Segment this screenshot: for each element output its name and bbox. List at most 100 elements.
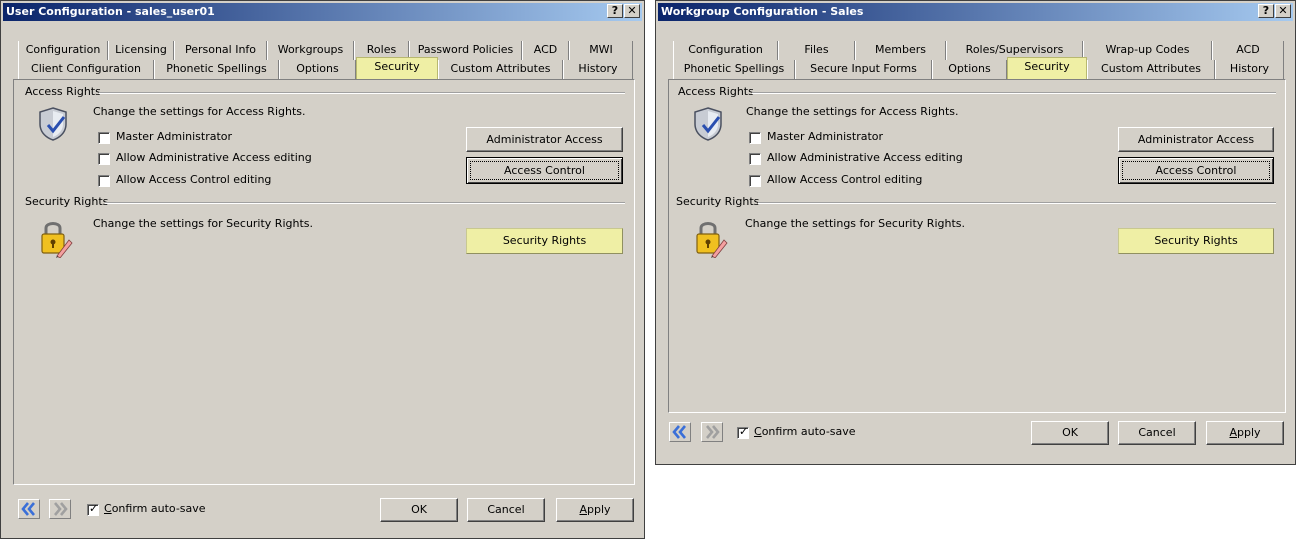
tab-security[interactable]: Security [1007, 57, 1087, 79]
tab-options[interactable]: Options [279, 60, 356, 79]
tab-members[interactable]: Members [855, 41, 946, 60]
help-icon: ? [611, 4, 619, 17]
double-chevron-left-icon [21, 502, 35, 516]
allow-admin-access-editing-label: Allow Administrative Access editing [116, 151, 312, 164]
tab-phonetic-spellings[interactable]: Phonetic Spellings [154, 60, 279, 79]
administrator-access-button[interactable]: Administrator Access [466, 127, 623, 152]
shield-check-icon [39, 107, 67, 141]
allow-access-control-editing-checkbox[interactable] [98, 175, 110, 187]
back-button[interactable] [669, 422, 691, 442]
tab-personal-info[interactable]: Personal Info [174, 41, 267, 60]
padlock-pencil-icon [696, 222, 728, 258]
help-button[interactable]: ? [607, 4, 623, 18]
tab-security[interactable]: Security [356, 57, 438, 79]
shield-check-icon [694, 107, 722, 141]
tab-history[interactable]: History [563, 60, 633, 79]
tab-configuration[interactable]: Configuration [18, 41, 108, 60]
padlock-pencil-icon [41, 222, 73, 258]
tab-options[interactable]: Options [932, 60, 1007, 79]
access-rights-description: Change the settings for Access Rights. [746, 105, 959, 118]
security-rights-header: Security Rights [676, 195, 760, 208]
tab-licensing[interactable]: Licensing [108, 41, 174, 60]
help-button[interactable]: ? [1258, 4, 1274, 18]
label-rest: onfirm auto-save [761, 425, 856, 438]
button-label: Security Rights [502, 234, 587, 247]
tab-history[interactable]: History [1215, 60, 1284, 79]
forward-button[interactable] [701, 422, 723, 442]
access-rights-header: Access Rights [25, 85, 101, 98]
title-bar[interactable]: Workgroup Configuration - Sales [658, 3, 1293, 21]
button-label: Security Rights [1154, 234, 1238, 247]
button-label: Apply [557, 499, 633, 521]
label-rest: pply [1237, 426, 1261, 439]
focus-rect [1122, 161, 1270, 180]
workgroup-configuration-window: Workgroup Configuration - Sales ? ✕ Conf… [655, 0, 1296, 465]
accelerator-key: C [104, 502, 112, 515]
tab-custom-attributes[interactable]: Custom Attributes [1087, 60, 1215, 79]
close-button[interactable]: ✕ [1275, 4, 1291, 18]
divider [752, 92, 1276, 94]
button-label: OK [411, 503, 427, 516]
confirm-auto-save-checkbox[interactable] [737, 425, 749, 439]
allow-admin-access-editing-checkbox[interactable] [749, 153, 761, 165]
help-icon: ? [1262, 4, 1270, 17]
confirm-auto-save-checkbox[interactable] [87, 502, 99, 516]
double-chevron-right-icon [706, 425, 720, 439]
security-rights-description: Change the settings for Security Rights. [93, 217, 314, 230]
allow-admin-access-editing-label: Allow Administrative Access editing [767, 151, 963, 164]
access-rights-header: Access Rights [678, 85, 754, 98]
tab-acd[interactable]: ACD [1212, 41, 1284, 60]
master-administrator-checkbox[interactable] [749, 132, 761, 144]
close-icon: ✕ [627, 4, 637, 17]
confirm-auto-save-label: Confirm auto-save [104, 502, 206, 515]
divider [99, 92, 625, 94]
window-title: Workgroup Configuration - Sales [661, 5, 864, 18]
title-bar[interactable]: User Configuration - sales_user01 [3, 3, 642, 21]
focus-rect [470, 161, 619, 180]
allow-access-control-editing-label: Allow Access Control editing [767, 173, 923, 186]
button-label: OK [1062, 426, 1078, 439]
label-rest: pply [587, 503, 611, 516]
confirm-auto-save-label: Confirm auto-save [754, 425, 856, 438]
allow-access-control-editing-checkbox[interactable] [749, 175, 761, 187]
tab-workgroups[interactable]: Workgroups [267, 41, 354, 60]
close-button[interactable]: ✕ [624, 4, 640, 18]
cancel-button[interactable]: Cancel [467, 498, 545, 522]
forward-button[interactable] [49, 499, 71, 519]
divider [105, 202, 625, 204]
button-label: Apply [1207, 422, 1283, 444]
tab-files[interactable]: Files [778, 41, 855, 60]
divider [758, 202, 1276, 204]
accelerator-key: A [1229, 426, 1237, 439]
master-administrator-checkbox[interactable] [98, 132, 110, 144]
allow-admin-access-editing-checkbox[interactable] [98, 153, 110, 165]
double-chevron-left-icon [672, 425, 686, 439]
user-configuration-window: User Configuration - sales_user01 ? ✕ Co… [0, 0, 645, 539]
apply-button[interactable]: Apply [1206, 421, 1284, 445]
access-control-button[interactable]: Access Control [1118, 157, 1274, 184]
tab-phonetic-spellings[interactable]: Phonetic Spellings [673, 60, 795, 79]
tab-acd[interactable]: ACD [522, 41, 569, 60]
allow-access-control-editing-label: Allow Access Control editing [116, 173, 272, 186]
tab-client-configuration[interactable]: Client Configuration [18, 60, 154, 79]
tab-wrap-up-codes[interactable]: Wrap-up Codes [1083, 41, 1212, 60]
cancel-button[interactable]: Cancel [1118, 421, 1196, 445]
accelerator-key: C [754, 425, 762, 438]
tab-mwi[interactable]: MWI [569, 41, 633, 60]
security-rights-description: Change the settings for Security Rights. [745, 217, 966, 230]
tab-custom-attributes[interactable]: Custom Attributes [438, 60, 563, 79]
security-rights-button[interactable]: Security Rights [1118, 228, 1274, 254]
accelerator-key: A [579, 503, 587, 516]
security-rights-button[interactable]: Security Rights [466, 228, 623, 254]
back-button[interactable] [18, 499, 40, 519]
button-label: Cancel [487, 503, 525, 516]
administrator-access-button[interactable]: Administrator Access [1118, 127, 1274, 152]
tab-secure-input-forms[interactable]: Secure Input Forms [795, 60, 932, 79]
apply-button[interactable]: Apply [556, 498, 634, 522]
tab-configuration[interactable]: Configuration [673, 41, 778, 60]
double-chevron-right-icon [54, 502, 68, 516]
button-label: Cancel [1138, 426, 1176, 439]
access-control-button[interactable]: Access Control [466, 157, 623, 184]
ok-button[interactable]: OK [380, 498, 458, 522]
ok-button[interactable]: OK [1031, 421, 1109, 445]
